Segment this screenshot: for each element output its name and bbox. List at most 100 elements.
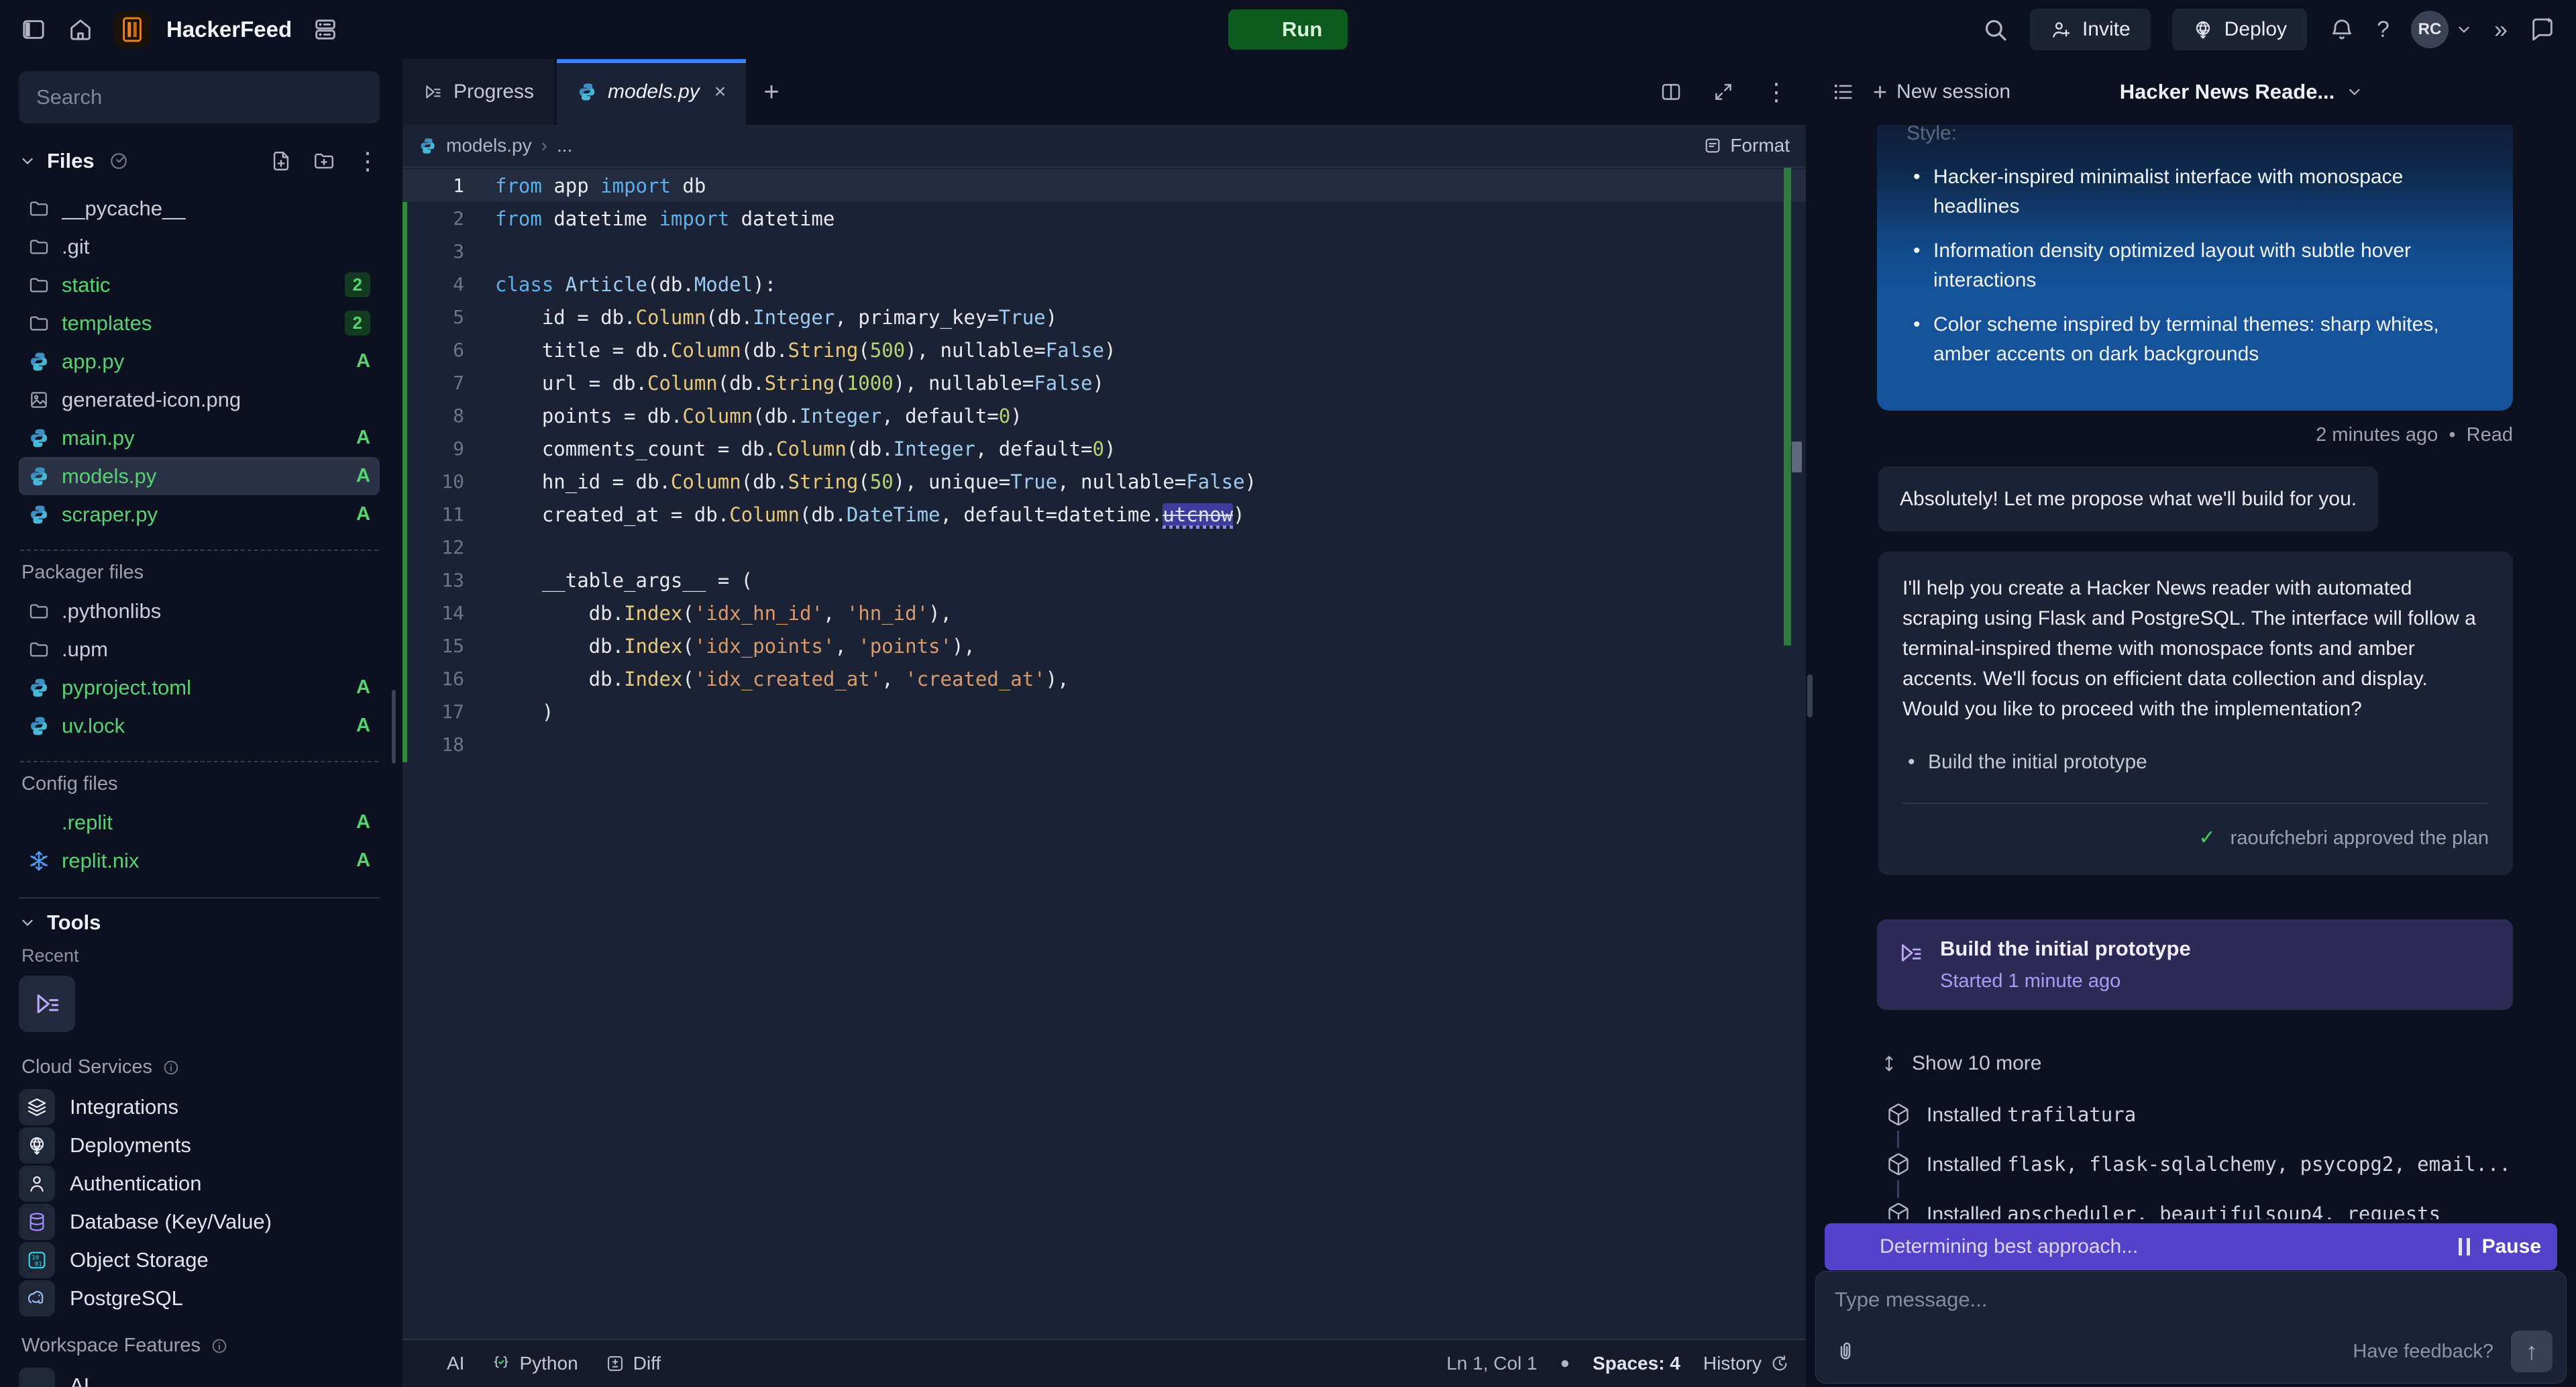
code-line[interactable]: 18 [402, 728, 1806, 761]
code-line[interactable]: 15 db.Index('idx_points', 'points'), [402, 629, 1806, 662]
new-tab-button[interactable]: + [749, 59, 794, 125]
file-row[interactable]: app.py A [19, 342, 380, 380]
chevron-down-icon[interactable] [19, 914, 36, 931]
file-row[interactable]: main.py A [19, 419, 380, 457]
cursor-position[interactable]: Ln 1, Col 1 [1446, 1353, 1537, 1374]
search-icon[interactable] [1982, 16, 2008, 43]
expand-icon[interactable] [1712, 81, 1735, 103]
invite-label: Invite [2082, 18, 2131, 41]
code-line[interactable]: 8 points = db.Column(db.Integer, default… [402, 399, 1806, 432]
code-line[interactable]: 5 id = db.Column(db.Integer, primary_key… [402, 301, 1806, 333]
status-ai[interactable]: AI [419, 1353, 464, 1374]
code-line[interactable]: 14 db.Index('idx_hn_id', 'hn_id'), [402, 597, 1806, 629]
file-row[interactable]: replit.nix A [19, 841, 380, 880]
recent-tool-shell[interactable] [19, 976, 75, 1032]
code-line[interactable]: 3 [402, 235, 1806, 268]
file-row[interactable]: .git [19, 227, 380, 266]
file-row[interactable]: .pythonlibs [19, 592, 380, 630]
breadcrumb-more[interactable]: ... [557, 135, 572, 156]
home-icon[interactable] [67, 16, 94, 43]
file-row[interactable]: static 2 [19, 266, 380, 304]
file-row[interactable]: generated-icon.png [19, 380, 380, 419]
code-line[interactable]: 16 db.Index('idx_created_at', 'created_a… [402, 662, 1806, 695]
status-diff[interactable]: Diff [605, 1353, 661, 1374]
editor-menu-icon[interactable]: ⋮ [1764, 80, 1788, 104]
cloud-service-item[interactable]: Database (Key/Value) [19, 1202, 380, 1241]
code-line[interactable]: 1from app import db [402, 169, 1806, 202]
app-icon[interactable] [114, 11, 150, 48]
code-line[interactable]: 7 url = db.Column(db.String(1000), nulla… [402, 366, 1806, 399]
session-list-icon[interactable] [1831, 80, 1856, 104]
ai-chat-icon[interactable] [2529, 16, 2556, 43]
new-file-icon[interactable] [270, 150, 292, 172]
file-row[interactable]: .upm [19, 630, 380, 668]
files-menu-icon[interactable]: ⋮ [356, 149, 380, 173]
message-bullet: Build the initial prototype [1902, 747, 2489, 777]
notifications-bell-icon[interactable] [2328, 16, 2355, 43]
format-button[interactable]: Format [1703, 135, 1790, 156]
code-line[interactable]: 10 hn_id = db.Column(db.String(50), uniq… [402, 465, 1806, 498]
cloud-service-item[interactable]: 1001 Object Storage [19, 1241, 380, 1279]
sidebar-toggle-icon[interactable] [20, 16, 47, 43]
code-line[interactable]: 9 comments_count = db.Column(db.Integer,… [402, 432, 1806, 465]
chat-scroll-area[interactable]: Style: Hacker-inspired minimalist interf… [1822, 125, 2567, 1219]
window-stack-icon[interactable] [312, 16, 339, 43]
tab-progress[interactable]: Progress [402, 59, 554, 125]
indent-setting[interactable]: Spaces: 4 [1593, 1353, 1680, 1374]
history-button[interactable]: History [1703, 1353, 1790, 1374]
cloud-service-label: Database (Key/Value) [70, 1210, 272, 1234]
info-icon[interactable] [162, 1058, 180, 1077]
code-area[interactable]: 1from app import db2from datetime import… [402, 168, 1806, 1339]
check-circle-icon[interactable] [108, 150, 129, 172]
breadcrumb-file[interactable]: models.py [446, 135, 532, 156]
split-view-icon[interactable] [1660, 81, 1682, 103]
file-row[interactable]: templates 2 [19, 304, 380, 342]
code-line[interactable]: 12 [402, 531, 1806, 564]
file-row[interactable]: models.py A [19, 457, 380, 495]
feedback-link[interactable]: Have feedback? [2353, 1341, 2493, 1363]
pause-button[interactable]: Pause [2459, 1235, 2541, 1258]
run-button[interactable]: Run [1228, 9, 1348, 50]
agent-chat-panel: + New session Hacker News Reade... Style… [1815, 59, 2576, 1387]
cloud-service-item[interactable]: Integrations [19, 1088, 380, 1126]
account-menu[interactable]: RC [2411, 11, 2473, 48]
search-input[interactable] [19, 71, 380, 123]
sidebar-scrollbar[interactable] [392, 690, 396, 764]
panel-resize-handle[interactable] [1807, 674, 1813, 717]
recent-label: Recent [19, 945, 380, 966]
close-tab-icon[interactable]: × [714, 81, 727, 103]
send-button[interactable]: ↑ [2511, 1331, 2553, 1372]
file-row[interactable]: uv.lock A [19, 707, 380, 745]
cloud-service-item[interactable]: Authentication [19, 1164, 380, 1202]
workspace-feature-item[interactable]: AI [19, 1366, 380, 1387]
collapse-panel-icon[interactable]: » [2494, 15, 2508, 44]
code-line[interactable]: 11 created_at = db.Column(db.DateTime, d… [402, 498, 1806, 531]
help-icon[interactable]: ? [2377, 17, 2390, 43]
file-row[interactable]: scraper.py A [19, 495, 380, 533]
code-line[interactable]: 6 title = db.Column(db.String(500), null… [402, 333, 1806, 366]
task-card[interactable]: Build the initial prototype Started 1 mi… [1877, 919, 2513, 1010]
info-icon[interactable] [210, 1337, 229, 1355]
new-folder-icon[interactable] [313, 150, 335, 172]
file-status-badge: A [356, 503, 370, 525]
chevron-down-icon[interactable] [19, 152, 36, 170]
deploy-button[interactable]: Deploy [2172, 9, 2307, 50]
file-row[interactable]: __pycache__ [19, 189, 380, 227]
file-row[interactable]: pyproject.toml A [19, 668, 380, 707]
code-line[interactable]: 4class Article(db.Model): [402, 268, 1806, 301]
status-language[interactable]: Python [491, 1353, 578, 1374]
editor-scrollbar[interactable] [1792, 442, 1802, 472]
chat-title[interactable]: Hacker News Reade... [2120, 80, 2363, 104]
cloud-service-item[interactable]: Deployments [19, 1126, 380, 1164]
cloud-service-item[interactable]: PostgreSQL [19, 1279, 380, 1317]
file-row[interactable]: .replit A [19, 803, 380, 841]
tab-models-py[interactable]: models.py × [557, 59, 746, 125]
code-line[interactable]: 17 ) [402, 695, 1806, 728]
invite-button[interactable]: Invite [2030, 9, 2151, 50]
code-line[interactable]: 13 __table_args__ = ( [402, 564, 1806, 597]
message-input[interactable] [1835, 1288, 2547, 1312]
new-session-button[interactable]: + New session [1873, 78, 2010, 106]
show-more-button[interactable]: Show 10 more [1878, 1052, 2041, 1075]
code-line[interactable]: 2from datetime import datetime [402, 202, 1806, 235]
attachment-icon[interactable] [1833, 1339, 1858, 1364]
